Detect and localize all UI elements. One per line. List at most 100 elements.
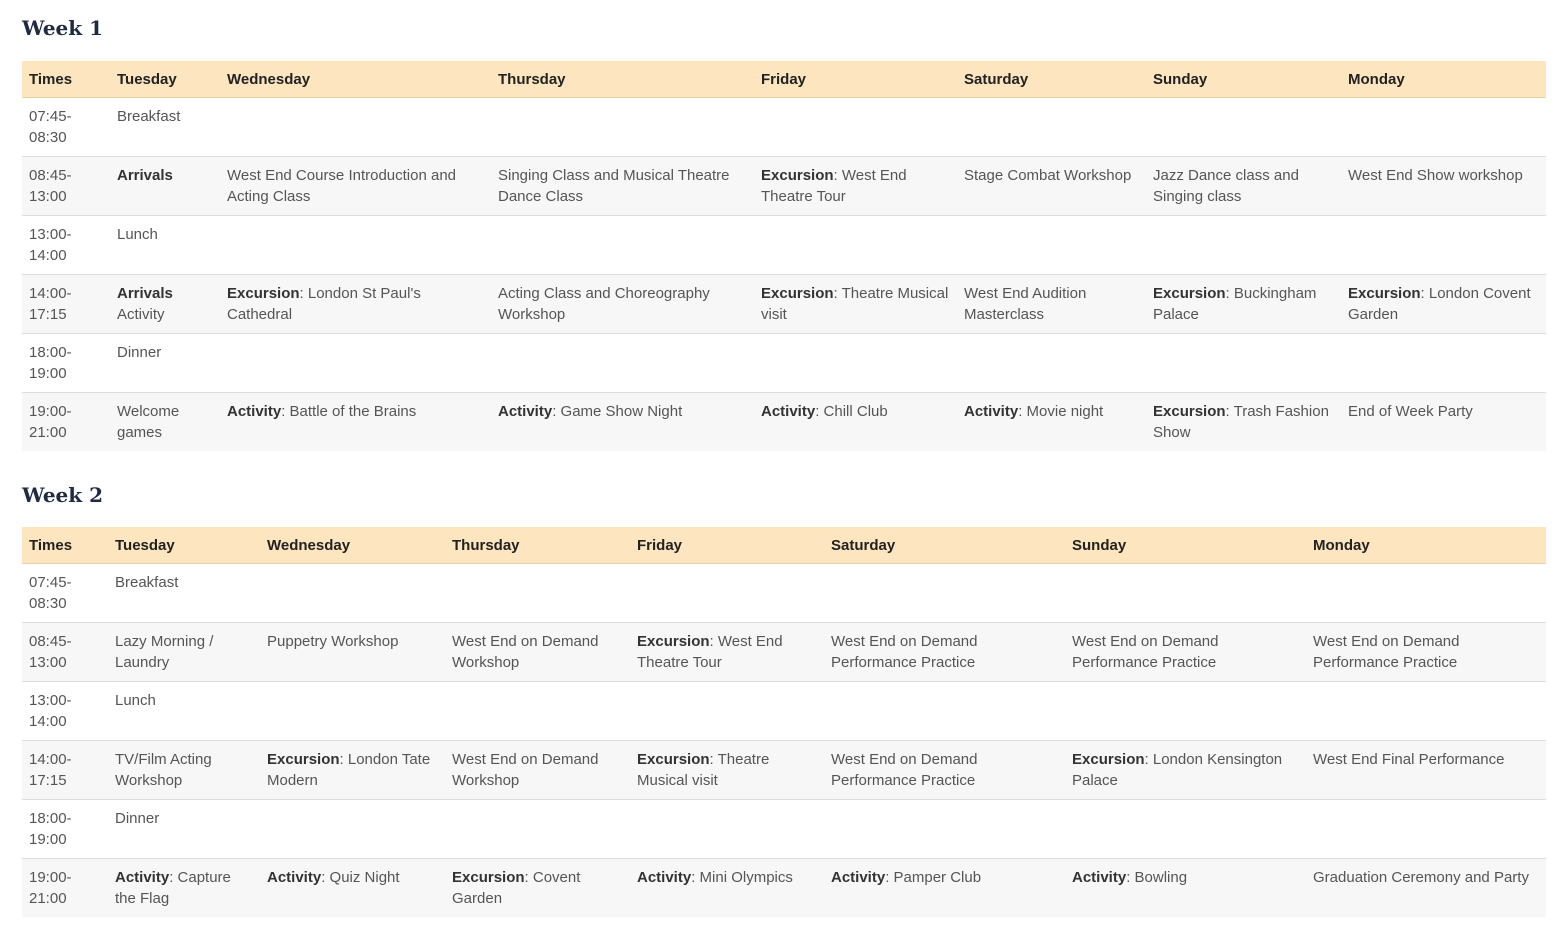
schedule-cell: [1065, 799, 1306, 859]
schedule-cell: Acting Class and Choreography Workshop: [491, 274, 754, 334]
cell-text: Lunch: [115, 692, 156, 709]
schedule-cell: Excursion: London Tate Modern: [260, 740, 445, 800]
schedule-cell: Activity: Movie night: [957, 392, 1146, 451]
time-cell: 19:00- 21:00: [22, 392, 110, 451]
schedule-cell: [260, 799, 445, 859]
column-header-wednesday: Wednesday: [220, 61, 491, 98]
table-row: 08:45- 13:00 Lazy Morning / Laundry Puppet…: [22, 622, 1546, 682]
schedule-cell: Activity: Pamper Club: [824, 858, 1065, 917]
cell-text: : Bowling: [1126, 869, 1188, 886]
cell-text: Acting Class and Choreography Workshop: [498, 285, 710, 323]
cell-text: 18:00- 19:00: [29, 810, 72, 848]
schedule-cell: Activity: Capture the Flag: [108, 858, 260, 917]
time-cell: 18:00- 19:00: [22, 333, 110, 393]
schedule-cell: Activity: Quiz Night: [260, 858, 445, 917]
schedule-cell: [824, 799, 1065, 859]
schedule-cell: Excursion: Covent Garden: [445, 858, 630, 917]
schedule-cell: [1341, 215, 1546, 275]
schedule-cell: Dinner: [110, 333, 220, 393]
schedule-cell: [630, 799, 824, 859]
schedule-cell: West End on Demand Performance Practice: [1306, 622, 1546, 682]
schedule-cell: Lunch: [110, 215, 220, 275]
cell-text: Stage Combat Workshop: [964, 167, 1132, 184]
cell-text: : Game Show Night: [552, 403, 683, 420]
schedule-cell: [1306, 563, 1546, 623]
schedule-cell: [957, 215, 1146, 275]
column-header-thursday: Thursday: [491, 61, 754, 98]
schedule-cell: [1341, 333, 1546, 393]
cell-category: Excursion: [637, 751, 710, 768]
schedule-cell: Activity: Bowling: [1065, 858, 1306, 917]
column-header-saturday: Saturday: [957, 61, 1146, 98]
schedule-cell: [491, 97, 754, 157]
table-row: 08:45- 13:00 Arrivals West End Course Intr…: [22, 156, 1546, 216]
cell-text: 07:45- 08:30: [29, 574, 72, 612]
week-1-schedule-table: Times Tuesday Wednesday Thursday Friday Satur…: [22, 61, 1546, 451]
schedule-cell: [220, 97, 491, 157]
schedule-cell: Activity: Chill Club: [754, 392, 957, 451]
schedule-cell: West End on Demand Performance Practice: [824, 740, 1065, 800]
schedule-cell: End of Week Party: [1341, 392, 1546, 451]
schedule-cell: Puppetry Workshop: [260, 622, 445, 682]
column-header-sunday: Sunday: [1065, 527, 1306, 564]
schedule-cell: [491, 215, 754, 275]
cell-text: West End on Demand Performance Practice: [831, 633, 978, 671]
schedule-cell: West End Show workshop: [1341, 156, 1546, 216]
time-cell: 13:00- 14:00: [22, 681, 108, 741]
time-cell: 14:00- 17:15: [22, 274, 110, 334]
cell-text: Breakfast: [117, 108, 181, 125]
time-cell: 08:45- 13:00: [22, 156, 110, 216]
cell-category: Activity: [1072, 869, 1127, 886]
time-cell: 13:00- 14:00: [22, 215, 110, 275]
schedule-cell: [1146, 215, 1341, 275]
column-header-times: Times: [22, 61, 110, 98]
cell-text: Jazz Dance class and Singing class: [1153, 167, 1299, 205]
schedule-cell: Excursion: Theatre Musical visit: [754, 274, 957, 334]
schedule-cell: Excursion: London Covent Garden: [1341, 274, 1546, 334]
cell-category: Excursion: [761, 167, 834, 184]
cell-text: Dinner: [115, 810, 160, 827]
time-cell: 18:00- 19:00: [22, 799, 108, 859]
schedule-cell: Graduation Ceremony and Party: [1306, 858, 1546, 917]
table-row: 19:00- 21:00 Welcome games Activity: Battl…: [22, 392, 1546, 451]
time-cell: 07:45- 08:30: [22, 563, 108, 623]
cell-category: Activity: [831, 869, 886, 886]
cell-text: 13:00- 14:00: [29, 692, 72, 730]
schedule-cell: Activity: Game Show Night: [491, 392, 754, 451]
cell-category: Excursion: [1153, 403, 1226, 420]
schedule-cell: Singing Class and Musical Theatre Dance …: [491, 156, 754, 216]
cell-text: Lazy Morning / Laundry: [115, 633, 214, 671]
table-row: 18:00- 19:00 Dinner: [22, 799, 1546, 859]
cell-text: 19:00- 21:00: [29, 403, 72, 441]
column-header-friday: Friday: [630, 527, 824, 564]
schedule-cell: [824, 681, 1065, 741]
column-header-tuesday: Tuesday: [108, 527, 260, 564]
schedule-cell: [445, 799, 630, 859]
table-row: 14:00- 17:15 Arrivals Activity Excursion: …: [22, 274, 1546, 334]
schedule-cell: [220, 215, 491, 275]
schedule-cell: Jazz Dance class and Singing class: [1146, 156, 1341, 216]
schedule-cell: [445, 563, 630, 623]
time-cell: 14:00- 17:15: [22, 740, 108, 800]
schedule-cell: West End on Demand Performance Practice: [1065, 622, 1306, 682]
cell-text: West End Audition Masterclass: [964, 285, 1087, 323]
column-header-thursday: Thursday: [445, 527, 630, 564]
cell-category: Activity: [267, 869, 322, 886]
cell-text: 08:45- 13:00: [29, 167, 72, 205]
schedule-cell: [630, 681, 824, 741]
cell-text: West End on Demand Performance Practice: [1072, 633, 1219, 671]
schedule-cell: [957, 333, 1146, 393]
cell-text: : Battle of the Brains: [281, 403, 417, 420]
cell-text: 19:00- 21:00: [29, 869, 72, 907]
schedule-cell: West End Audition Masterclass: [957, 274, 1146, 334]
cell-text: West End Course Introduction and Acting …: [227, 167, 457, 205]
schedule-cell: Excursion: London St Paul's Cathedral: [220, 274, 491, 334]
table-row: 13:00- 14:00 Lunch: [22, 215, 1546, 275]
schedule-cell: Excursion: Trash Fashion Show: [1146, 392, 1341, 451]
schedule-cell: Lunch: [108, 681, 260, 741]
header-row: Times Tuesday Wednesday Thursday Friday Satur…: [22, 527, 1546, 564]
header-row: Times Tuesday Wednesday Thursday Friday Satur…: [22, 61, 1546, 98]
cell-text: West End on Demand Workshop: [452, 751, 599, 789]
schedule-cell: [754, 215, 957, 275]
time-cell: 08:45- 13:00: [22, 622, 108, 682]
